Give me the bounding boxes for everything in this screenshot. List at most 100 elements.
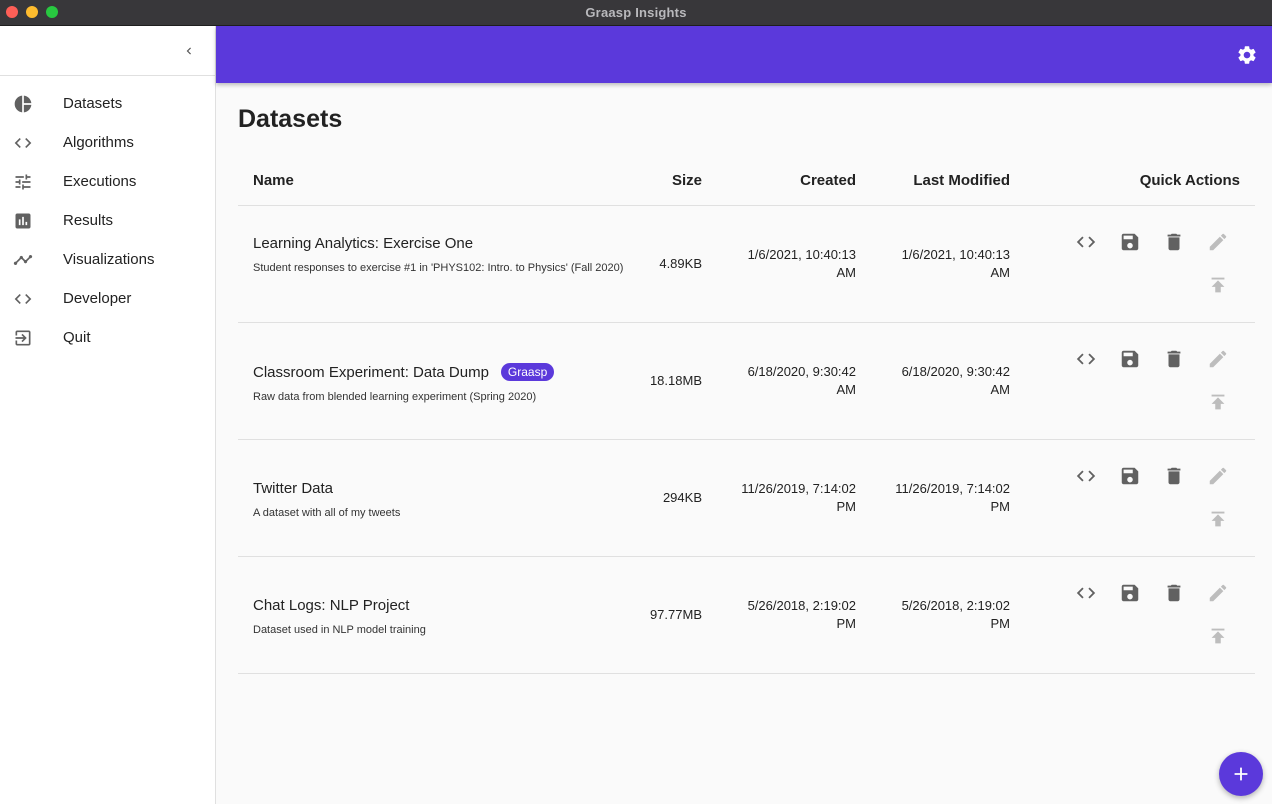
add-dataset-button[interactable] <box>1219 752 1263 796</box>
publish-button[interactable] <box>1206 624 1230 648</box>
publish-icon <box>1211 511 1225 527</box>
dataset-created: 1/6/2021, 10:40:13 AM <box>747 247 856 280</box>
column-header-size: Size <box>671 172 702 189</box>
delete-icon <box>1167 350 1181 368</box>
dataset-last-modified: 6/18/2020, 9:30:42 AM <box>901 364 1010 397</box>
column-header-name: Name <box>253 172 294 189</box>
dataset-name-cell: Classroom Experiment: Data Dump Graasp Raw… <box>253 363 628 407</box>
edit-icon <box>1209 584 1227 602</box>
table-body: Learning Analytics: Exercise One Student … <box>238 206 1255 674</box>
dataset-description: Raw data from blended learning experimen… <box>253 391 537 403</box>
dataset-name: Twitter Data <box>253 480 334 497</box>
publish-button[interactable] <box>1206 507 1230 531</box>
publish-button[interactable] <box>1206 390 1230 414</box>
dataset-name-cell: Learning Analytics: Exercise One Student … <box>253 235 628 278</box>
code-icon <box>1076 587 1096 599</box>
edit-button[interactable] <box>1206 347 1230 371</box>
dataset-description: Dataset used in NLP model training <box>253 624 426 636</box>
pie-chart-icon <box>13 94 33 114</box>
dataset-description: Student responses to exercise #1 in 'PHY… <box>253 262 624 274</box>
window-titlebar: Graasp Insights <box>0 0 1272 26</box>
save-button[interactable] <box>1118 230 1142 254</box>
chevron-left-icon <box>186 47 191 55</box>
sidebar-item-executions[interactable]: Executions <box>0 162 215 201</box>
delete-button[interactable] <box>1162 581 1186 605</box>
sidebar-item-label: Executions <box>63 173 137 190</box>
edit-button[interactable] <box>1206 230 1230 254</box>
dataset-created: 11/26/2019, 7:14:02 PM <box>741 481 856 514</box>
save-button[interactable] <box>1118 464 1142 488</box>
datasets-table: Name Size Created Last Modified Quick Ac… <box>238 157 1255 674</box>
delete-icon <box>1167 467 1181 485</box>
view-code-button[interactable] <box>1074 347 1098 371</box>
publish-button[interactable] <box>1206 273 1230 297</box>
sidebar-collapse-button[interactable] <box>178 40 200 62</box>
code-icon <box>13 133 33 153</box>
dataset-last-modified: 1/6/2021, 10:40:13 AM <box>901 247 1010 280</box>
dataset-description: A dataset with all of my tweets <box>253 507 401 519</box>
trending-line-icon <box>13 250 33 270</box>
edit-icon <box>1209 350 1227 368</box>
code-icon <box>1076 470 1096 482</box>
table-header: Name Size Created Last Modified Quick Ac… <box>238 157 1255 206</box>
dataset-size: 294KB <box>662 490 702 505</box>
quick-actions <box>1074 464 1244 534</box>
column-header-quick-actions: Quick Actions <box>1139 172 1240 189</box>
add-icon <box>1234 767 1248 781</box>
sidebar-item-results[interactable]: Results <box>0 201 215 240</box>
table-row[interactable]: Classroom Experiment: Data Dump Graasp Raw… <box>238 323 1255 440</box>
sidebar-item-quit[interactable]: Quit <box>0 318 215 357</box>
view-code-button[interactable] <box>1074 581 1098 605</box>
view-code-button[interactable] <box>1074 464 1098 488</box>
dataset-last-modified: 5/26/2018, 2:19:02 PM <box>901 598 1010 631</box>
column-header-last-modified: Last Modified <box>913 172 1010 189</box>
quick-actions <box>1074 230 1244 300</box>
save-button[interactable] <box>1118 581 1142 605</box>
publish-icon <box>1211 628 1225 644</box>
save-button[interactable] <box>1118 347 1142 371</box>
edit-icon <box>1209 233 1227 251</box>
column-header-created: Created <box>800 172 856 189</box>
save-icon <box>1121 233 1139 251</box>
app-bar <box>216 26 1272 83</box>
delete-button[interactable] <box>1162 347 1186 371</box>
dataset-size: 18.18MB <box>649 373 702 388</box>
sidebar: Datasets Algorithms Executions Results V… <box>0 26 216 804</box>
sidebar-item-datasets[interactable]: Datasets <box>0 84 215 123</box>
sidebar-item-visualizations[interactable]: Visualizations <box>0 240 215 279</box>
publish-icon <box>1211 394 1225 410</box>
table-row[interactable]: Twitter Data A dataset with all of my twe… <box>238 440 1255 557</box>
code-icon <box>1076 353 1096 365</box>
table-row[interactable]: Learning Analytics: Exercise One Student … <box>238 206 1255 323</box>
sidebar-item-label: Algorithms <box>63 134 134 151</box>
settings-button[interactable] <box>1236 44 1258 66</box>
quick-actions <box>1074 581 1244 651</box>
save-icon <box>1121 350 1139 368</box>
bar-chart-icon <box>13 211 33 231</box>
dataset-name-cell: Chat Logs: NLP Project Dataset used in NL… <box>253 597 628 640</box>
dataset-name: Learning Analytics: Exercise One <box>253 235 474 252</box>
table-row[interactable]: Chat Logs: NLP Project Dataset used in NL… <box>238 557 1255 674</box>
view-code-button[interactable] <box>1074 230 1098 254</box>
delete-icon <box>1167 233 1181 251</box>
delete-button[interactable] <box>1162 464 1186 488</box>
publish-icon <box>1211 277 1225 293</box>
tune-icon <box>13 172 33 192</box>
main-content: Datasets Name Size Created Last Modified… <box>216 83 1272 804</box>
sidebar-item-algorithms[interactable]: Algorithms <box>0 123 215 162</box>
code-icon <box>13 289 33 309</box>
dataset-name: Classroom Experiment: Data Dump <box>253 364 489 381</box>
dataset-created: 6/18/2020, 9:30:42 AM <box>747 364 856 397</box>
exit-icon <box>13 328 33 348</box>
sidebar-nav: Datasets Algorithms Executions Results V… <box>0 84 215 357</box>
save-icon <box>1121 584 1139 602</box>
edit-button[interactable] <box>1206 581 1230 605</box>
page-title: Datasets <box>238 105 343 133</box>
edit-button[interactable] <box>1206 464 1230 488</box>
sidebar-item-label: Developer <box>63 290 132 307</box>
gear-icon <box>1238 46 1256 64</box>
save-icon <box>1121 467 1139 485</box>
sidebar-item-developer[interactable]: Developer <box>0 279 215 318</box>
delete-button[interactable] <box>1162 230 1186 254</box>
sidebar-item-label: Quit <box>63 329 91 346</box>
